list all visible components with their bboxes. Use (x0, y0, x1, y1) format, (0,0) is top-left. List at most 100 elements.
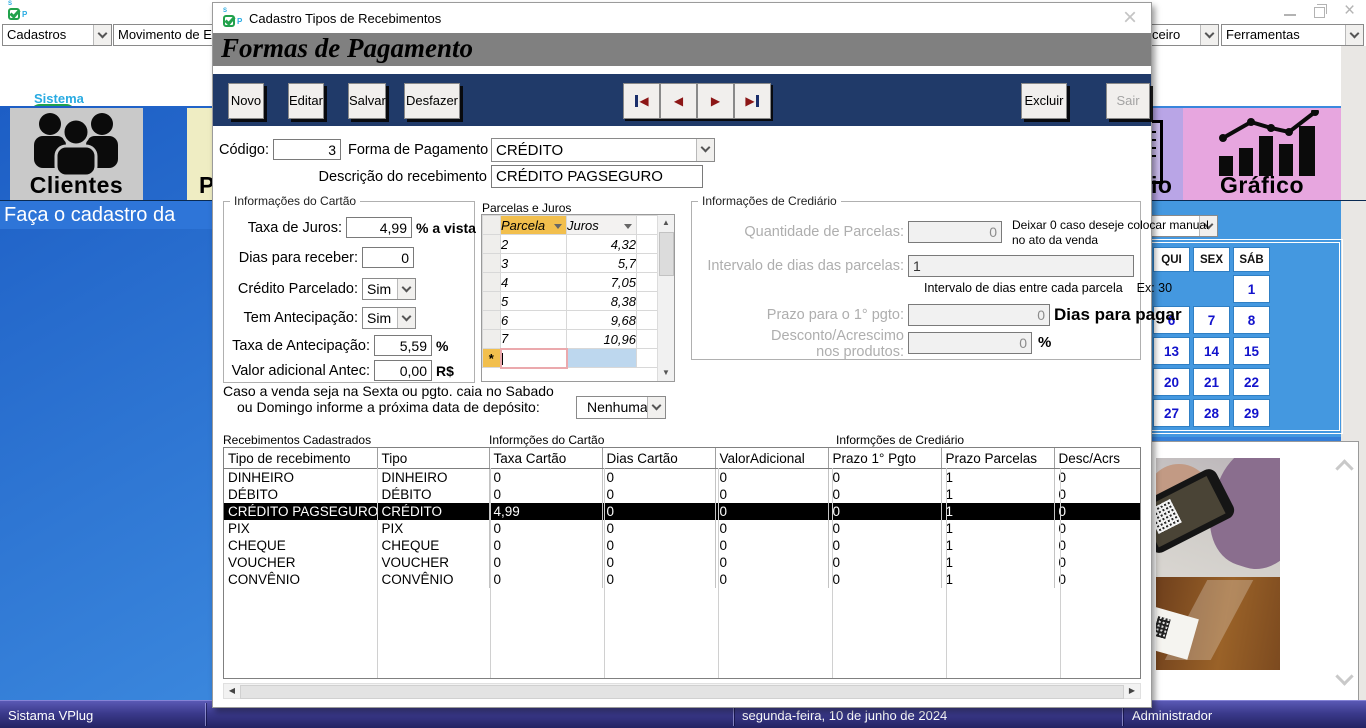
chevron-down-icon[interactable] (647, 397, 665, 418)
column-header[interactable]: ValorAdicional (715, 448, 828, 469)
calendar-day-cell[interactable]: 28 (1193, 399, 1230, 427)
juros-cell[interactable]: 4,32 (567, 235, 637, 254)
scroll-up-icon[interactable] (1336, 458, 1352, 474)
novo-button[interactable]: Novo (228, 83, 264, 119)
table-row[interactable]: VOUCHERVOUCHER000010 (224, 554, 1140, 571)
horizontal-scrollbar[interactable]: ◀ ▶ (223, 683, 1141, 699)
dialog-titlebar[interactable]: S P Cadastro Tipos de Recebimentos × (213, 3, 1151, 33)
sair-dialog-button[interactable]: Sair (1106, 83, 1150, 119)
calendar-day-cell[interactable]: 13 (1153, 337, 1190, 365)
column-header[interactable]: Prazo Parcelas (941, 448, 1054, 469)
taxa-juros-field[interactable]: 4,99 (346, 217, 412, 238)
juros-column-header[interactable]: Juros (567, 216, 637, 235)
new-juros-cell[interactable] (567, 349, 637, 368)
table-row[interactable]: CONVÊNIOCONVÊNIO000010 (224, 571, 1140, 588)
move-first-button[interactable]: ◀ (623, 83, 660, 119)
table-row[interactable]: DÉBITODÉBITO000010 (224, 486, 1140, 503)
restore-icon[interactable] (1314, 7, 1325, 18)
parcela-cell[interactable]: 7 (501, 330, 567, 349)
tile-relatorio-partial[interactable]: io (1147, 108, 1183, 200)
tem-antecipacao-select[interactable]: Sim (362, 307, 416, 329)
calendar-day-cell[interactable]: 8 (1233, 306, 1270, 334)
scroll-left-arrow-icon[interactable]: ◀ (224, 684, 240, 698)
parcela-cell[interactable]: 5 (501, 292, 567, 311)
calendar-day-cell[interactable]: 1 (1233, 275, 1270, 303)
chevron-down-icon[interactable] (1200, 25, 1218, 45)
new-row-marker[interactable]: * (483, 349, 501, 368)
column-header[interactable]: Desc/Acrs (1054, 448, 1140, 469)
menu-financeiro[interactable]: ceiro (1147, 24, 1219, 46)
column-header[interactable]: Tipo (377, 448, 489, 469)
row-selector[interactable] (483, 330, 501, 349)
parcela-cell[interactable]: 4 (501, 273, 567, 292)
juros-cell[interactable]: 5,7 (567, 254, 637, 273)
calendar-day-cell[interactable]: 14 (1193, 337, 1230, 365)
row-selector[interactable] (483, 254, 501, 273)
juros-cell[interactable]: 9,68 (567, 311, 637, 330)
table-row[interactable]: CRÉDITO PAGSEGUROCRÉDITO4,9900010 (224, 503, 1140, 520)
table-row[interactable]: CHEQUECHEQUE000010 (224, 537, 1140, 554)
row-selector[interactable] (483, 292, 501, 311)
scrollbar-thumb[interactable] (659, 232, 674, 276)
parcelas-vertical-scrollbar[interactable]: ▲ ▼ (657, 215, 674, 381)
move-previous-button[interactable]: ◀ (660, 83, 697, 119)
menu-movimento[interactable]: Movimento de Es (113, 24, 215, 46)
row-selector[interactable] (483, 235, 501, 254)
close-icon[interactable]: × (1344, 0, 1355, 22)
calendar-day-cell[interactable]: 15 (1233, 337, 1270, 365)
scroll-down-icon[interactable] (1336, 670, 1352, 686)
calendar-day-cell[interactable]: 7 (1193, 306, 1230, 334)
chevron-down-icon[interactable] (397, 308, 415, 328)
forma-pagamento-select[interactable]: CRÉDITO (491, 138, 715, 162)
menu-ferramentas[interactable]: Ferramentas (1221, 24, 1364, 46)
taxa-antecipacao-field[interactable]: 5,59 (374, 335, 432, 356)
scrollbar-thumb[interactable] (240, 685, 1124, 699)
dias-receber-field[interactable]: 0 (362, 247, 414, 268)
juros-cell[interactable]: 10,96 (567, 330, 637, 349)
chevron-down-icon[interactable] (696, 139, 714, 161)
codigo-field[interactable]: 3 (273, 139, 341, 160)
column-header[interactable]: Dias Cartão (602, 448, 715, 469)
minimize-icon[interactable] (1284, 14, 1296, 16)
chevron-down-icon[interactable] (93, 25, 111, 45)
table-row[interactable]: PIXPIX000010 (224, 520, 1140, 537)
row-selector[interactable] (483, 273, 501, 292)
juros-cell[interactable]: 7,05 (567, 273, 637, 292)
calendar-day-cell[interactable]: 21 (1193, 368, 1230, 396)
calendar-day-cell[interactable]: 20 (1153, 368, 1190, 396)
deposito-select[interactable]: Nenhuma (576, 396, 666, 419)
descricao-field[interactable]: CRÉDITO PAGSEGURO (491, 165, 703, 188)
column-header[interactable]: Tipo de recebimento (224, 448, 377, 469)
credito-parcelado-select[interactable]: Sim (362, 278, 416, 300)
editar-button[interactable]: Editar (288, 83, 324, 119)
table-row[interactable]: DINHEIRODINHEIRO000010 (224, 469, 1140, 487)
column-header[interactable]: Taxa Cartão (489, 448, 602, 469)
parcela-column-header[interactable]: Parcela (501, 216, 567, 235)
calendar-day-cell[interactable]: 22 (1233, 368, 1270, 396)
move-last-button[interactable]: ▶ (734, 83, 771, 119)
chevron-down-icon[interactable] (1345, 25, 1363, 45)
row-selector[interactable] (483, 311, 501, 330)
menu-cadastros[interactable]: Cadastros (2, 24, 112, 46)
calendar-day-cell[interactable]: 29 (1233, 399, 1270, 427)
tile-grafico[interactable]: Gráfico (1183, 108, 1341, 200)
tile-clientes[interactable]: Clientes (10, 108, 143, 200)
parcela-cell[interactable]: 2 (501, 235, 567, 254)
column-header[interactable]: Prazo 1° Pgto (828, 448, 941, 469)
valor-adicional-field[interactable]: 0,00 (374, 360, 432, 381)
chevron-down-icon[interactable] (397, 279, 415, 299)
dialog-close-icon[interactable]: × (1123, 4, 1137, 32)
parcela-cell[interactable]: 6 (501, 311, 567, 330)
move-next-button[interactable]: ▶ (697, 83, 734, 119)
parcela-cell[interactable]: 3 (501, 254, 567, 273)
filter-arrow-icon[interactable] (624, 224, 632, 229)
scroll-down-arrow-icon[interactable]: ▼ (658, 365, 674, 381)
desfazer-button[interactable]: Desfazer (404, 83, 460, 119)
scroll-up-arrow-icon[interactable]: ▲ (658, 215, 674, 231)
salvar-button[interactable]: Salvar (348, 83, 386, 119)
scroll-right-arrow-icon[interactable]: ▶ (1124, 684, 1140, 698)
filter-arrow-icon[interactable] (554, 224, 562, 229)
excluir-button[interactable]: Excluir (1021, 83, 1067, 119)
calendar-day-cell[interactable]: 27 (1153, 399, 1190, 427)
new-parcela-cell[interactable] (501, 349, 567, 368)
